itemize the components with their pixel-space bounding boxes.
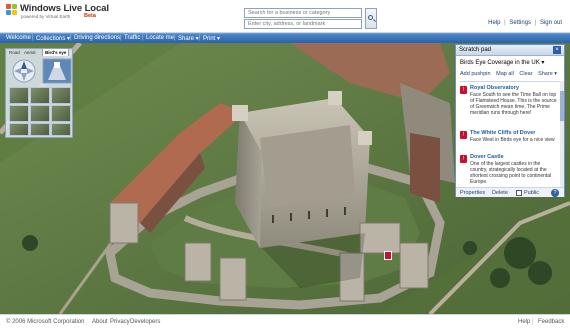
search-icon [368,15,373,20]
view-tabs: Road Aerial Bird's eye [6,49,74,56]
help-icon[interactable]: ? [551,189,559,197]
birds-eye-thumbnail[interactable] [9,87,29,104]
nav-print[interactable]: Print ▾ [203,35,220,42]
compass-rotate-icon[interactable] [9,58,39,84]
item-title[interactable]: Royal Observatory [470,85,519,91]
nav-collections[interactable]: Collections ▾ [36,35,70,42]
developers-link[interactable]: Developers [130,319,160,325]
birds-eye-thumbnail[interactable] [30,105,50,122]
scratch-pad-list: ! Royal Observatory Face South to see th… [460,81,560,187]
item-description: Face West in Birds eye for a nice view [470,137,555,143]
scratch-pad: Scratch pad × Birds Eye Coverage in the … [455,44,565,197]
pushpin-icon: ! [460,131,467,139]
scrollbar-thumb[interactable] [560,91,564,121]
business-search-input[interactable] [244,8,362,18]
nav-traffic[interactable]: Traffic [124,35,140,41]
feedback-link[interactable]: Feedback [538,319,564,325]
nav-welcome[interactable]: Welcome [6,35,31,41]
birds-eye-thumbnail[interactable] [51,123,71,136]
help-link[interactable]: Help [488,20,500,26]
location-search-input[interactable] [244,19,362,29]
clear-button[interactable]: Clear [519,71,532,77]
footer: © 2006 Microsoft Corporation About Priva… [0,314,570,328]
list-item[interactable]: ! Dover Castle One of the largest castle… [460,154,560,188]
copyright: © 2006 Microsoft Corporation [6,319,85,325]
birds-eye-thumbnail[interactable] [30,123,50,136]
search-button[interactable] [365,8,377,29]
windows-logo-icon [6,4,18,16]
item-description: One of the largest castles in the countr… [470,161,552,185]
brand-subtitle: powered by Virtual Earth [21,14,71,19]
map-dashboard: Road Aerial Bird's eye [5,48,73,138]
footer-help-link[interactable]: Help [518,319,530,325]
nav-bar: Welcome | Collections ▾ | Driving direct… [0,33,570,43]
scratch-pad-title: Scratch pad [459,47,492,53]
birds-eye-thumbnail[interactable] [9,105,29,122]
birds-eye-thumbnail[interactable] [30,87,50,104]
collection-dropdown[interactable]: Birds Eye Coverage in the UK ▾ [460,59,544,66]
share-button[interactable]: Share ▾ [538,71,557,77]
item-description: Face South to see the Time Ball on top o… [470,92,557,116]
delete-link[interactable]: Delete [492,190,508,196]
about-link[interactable]: About [92,319,108,325]
tab-road[interactable]: Road [7,49,22,56]
top-links: Help | Settings | Sign out [488,20,562,26]
header: Windows Live Local powered by Virtual Ea… [0,0,570,33]
signout-link[interactable]: Sign out [540,20,562,26]
properties-link[interactable]: Properties [460,190,485,196]
public-checkbox[interactable] [516,190,522,196]
map-pushpin-icon[interactable] [384,251,392,260]
beta-badge: Beta [84,13,96,19]
privacy-link[interactable]: Privacy [110,319,130,325]
nav-driving-directions[interactable]: Driving directions [74,35,120,41]
list-item[interactable]: ! Royal Observatory Face South to see th… [460,85,560,125]
scratch-pad-actions: Add pushpin Map all Clear Share ▾ [460,71,561,77]
tab-aerial[interactable]: Aerial [22,49,38,56]
tab-birds-eye[interactable]: Bird's eye [42,49,70,56]
nav-locate-me[interactable]: Locate me [146,35,174,41]
birds-eye-orientation-icon[interactable] [42,58,72,84]
pushpin-icon: ! [460,86,467,94]
birds-eye-thumbnail[interactable] [51,87,71,104]
item-title[interactable]: Dover Castle [470,154,504,160]
add-pushpin-button[interactable]: Add pushpin [460,71,491,77]
close-icon[interactable]: × [553,46,561,54]
item-title[interactable]: The White Cliffs of Dover [470,130,535,136]
scratch-pad-footer: Properties Delete Public ? [456,187,564,197]
list-item[interactable]: ! The White Cliffs of Dover Face West in… [460,130,560,152]
map-all-button[interactable]: Map all [496,71,514,77]
settings-link[interactable]: Settings [509,20,531,26]
scratch-pad-header: Scratch pad × [456,45,564,56]
nav-share[interactable]: Share ▾ [178,35,199,42]
pushpin-icon: ! [460,155,467,163]
birds-eye-thumbnail[interactable] [9,123,29,136]
scrollbar[interactable] [560,81,564,187]
birds-eye-thumbnail[interactable] [51,105,71,122]
public-label: Public [524,190,539,196]
